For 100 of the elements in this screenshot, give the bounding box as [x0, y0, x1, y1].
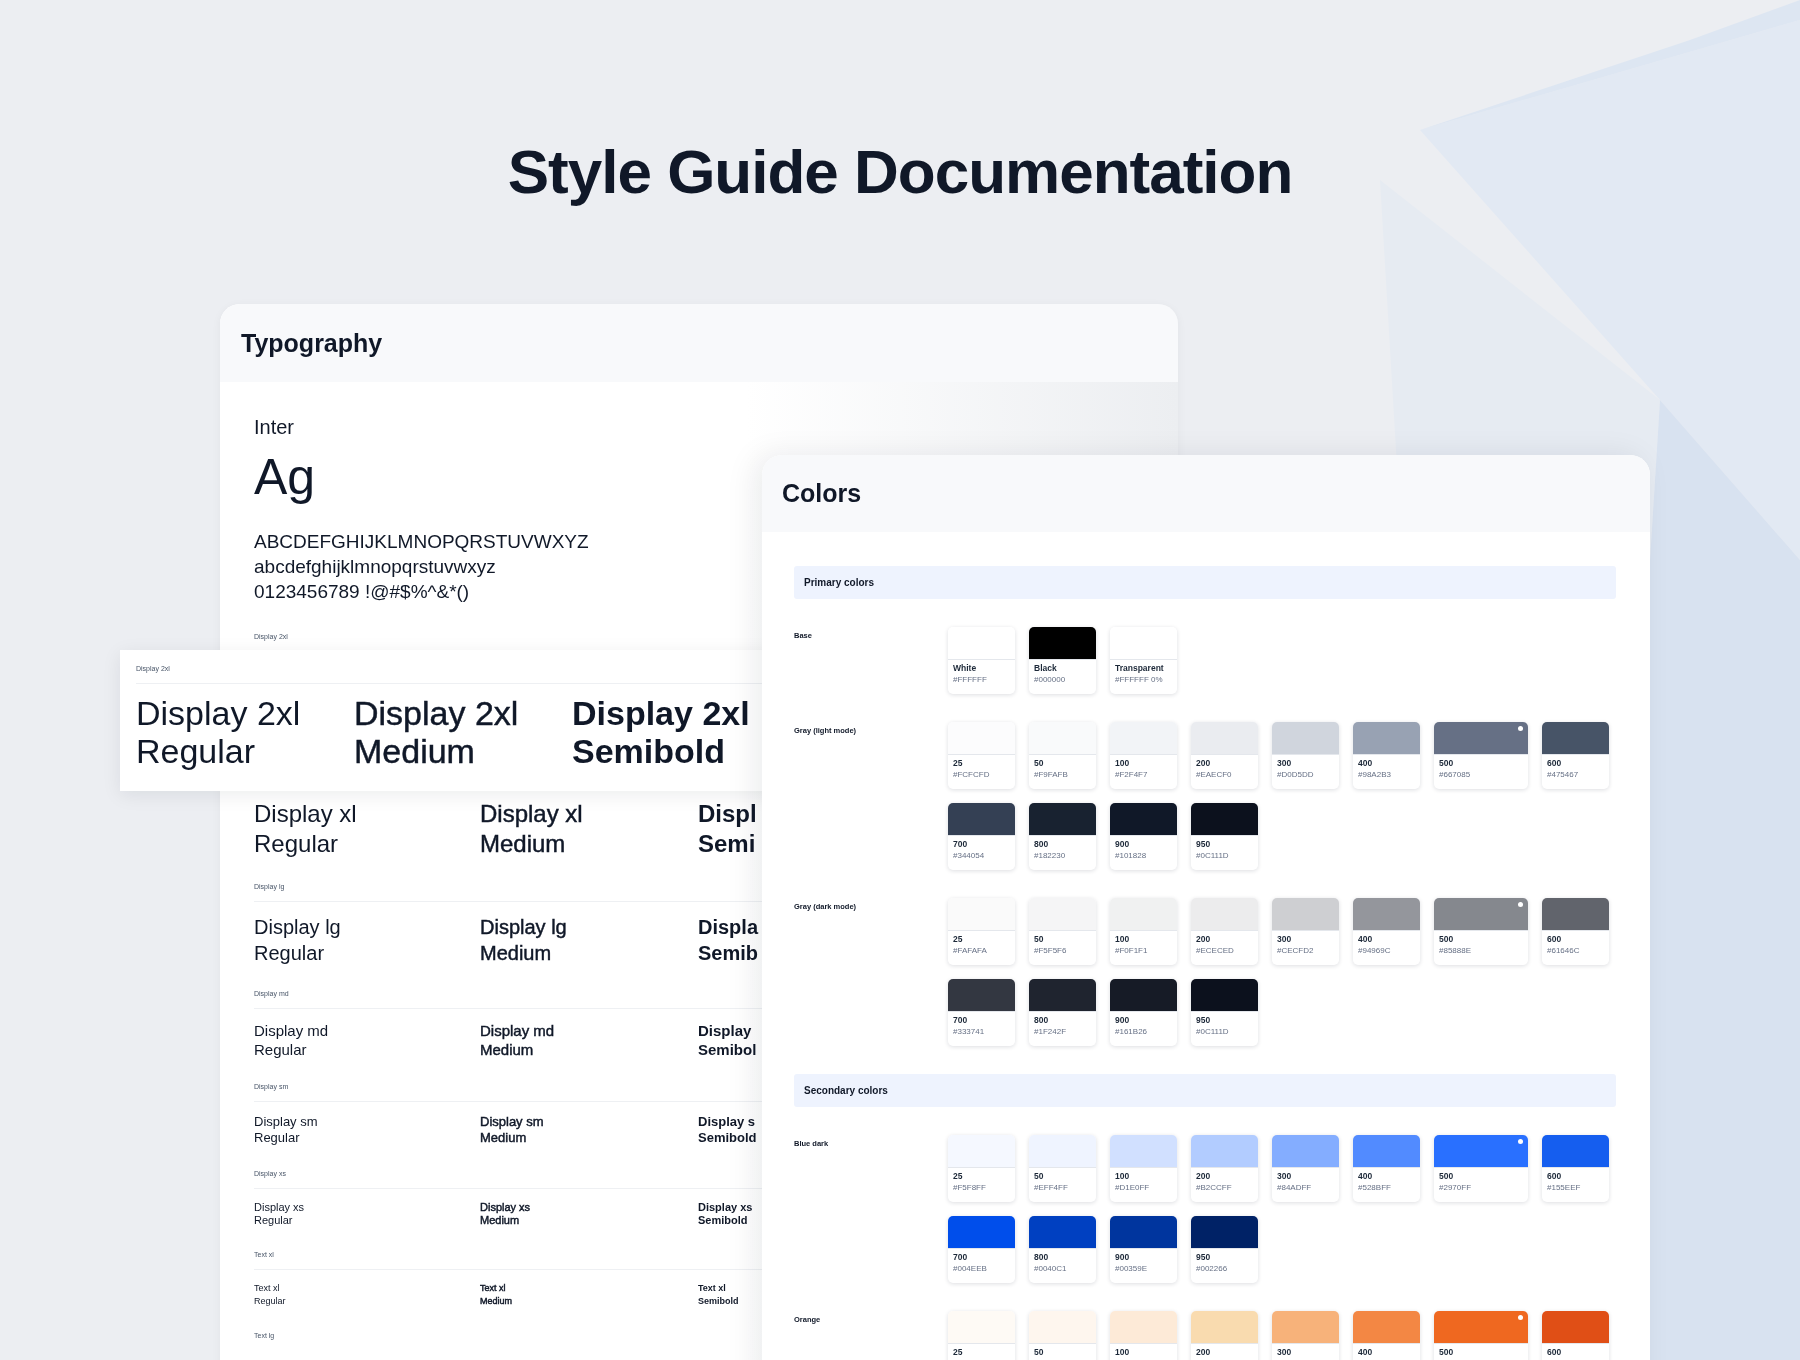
swatch-label: 500 [1439, 1347, 1455, 1358]
hex-code: #161B26 [1115, 1027, 1149, 1037]
swatch-label: 200 [1196, 758, 1212, 769]
section-header: Secondary colors [794, 1074, 1616, 1107]
swatch-label: 950 [1196, 839, 1212, 850]
hex-code: #344054 [953, 851, 986, 861]
swatch-label: Black [1034, 663, 1058, 674]
type-sample: Display md Regular [254, 1021, 329, 1059]
hex-code: #FFFFFF [953, 675, 988, 685]
swatch-label: 900 [1115, 1252, 1131, 1263]
card-title: Typography [241, 328, 383, 358]
hex-code: #182230 [1034, 851, 1067, 861]
swatch-label: 600 [1547, 1347, 1563, 1358]
swatch-label: 300 [1277, 758, 1293, 769]
hex-code: #CECFD2 [1277, 946, 1315, 956]
swatch-label: 900 [1115, 1015, 1131, 1026]
hex-code: #155EEF [1547, 1183, 1582, 1193]
hex-code: #002266 [1196, 1264, 1229, 1274]
swatch-label: 800 [1034, 1252, 1050, 1263]
type-sample: Text xl Semibold [698, 1282, 739, 1308]
type-sample: Display xs Semibold [698, 1201, 753, 1227]
swatch-label: 500 [1439, 758, 1455, 769]
hex-code: #667085 [1439, 770, 1472, 780]
swatch-label: 700 [953, 1015, 969, 1026]
type-sample: Text xl Medium [480, 1282, 512, 1308]
hex-code: #EFF4FF [1034, 1183, 1069, 1193]
swatch-label: 600 [1547, 934, 1563, 945]
hex-code: #EAECF0 [1196, 770, 1233, 780]
swatch-label: 400 [1358, 758, 1374, 769]
hex-code: #D1E0FF [1115, 1183, 1151, 1193]
page-title: Style Guide Documentation [506, 136, 1294, 208]
character-set: abcdefghijklmnopqrstuvwxyz [254, 555, 496, 579]
type-sample: Displa Semib [698, 915, 759, 966]
hex-code: #F2F4F7 [1115, 770, 1149, 780]
hex-code: #00359E [1115, 1264, 1149, 1274]
hex-code: #FFFFFF 0% [1115, 675, 1164, 685]
swatch-label: 100 [1115, 1347, 1131, 1358]
swatch-label: 600 [1547, 758, 1563, 769]
type-sample: Display s Semibold [698, 1114, 757, 1146]
swatch-label: 700 [953, 839, 969, 850]
swatch-label: 50 [1034, 1347, 1045, 1358]
swatch-label: 100 [1115, 1171, 1131, 1182]
swatch-label: 25 [953, 1347, 964, 1358]
swatch-label: 100 [1115, 758, 1131, 769]
swatch-label: 800 [1034, 1015, 1050, 1026]
font-name: Inter [254, 415, 295, 440]
hex-code: #84ADFF [1277, 1183, 1313, 1193]
swatch-label: 950 [1196, 1252, 1212, 1263]
swatch-label: 50 [1034, 1171, 1045, 1182]
hex-code: #F9FAFB [1034, 770, 1069, 780]
hex-code: #F5F8FF [953, 1183, 987, 1193]
hex-code: #0040C1 [1034, 1264, 1068, 1274]
hex-code: #1F242F [1034, 1027, 1068, 1037]
hex-code: #F5F5F6 [1034, 946, 1068, 956]
hex-code: #2970FF [1439, 1183, 1473, 1193]
hex-code: #85888E [1439, 946, 1473, 956]
type-sample: Display sm Regular [254, 1114, 318, 1146]
swatch-label: 100 [1115, 934, 1131, 945]
hex-code: #D0D5DD [1277, 770, 1315, 780]
hex-code: #FAFAFA [953, 946, 988, 956]
hex-code: #B2CCFF [1196, 1183, 1233, 1193]
hex-code: #004EEB [953, 1264, 988, 1274]
card-title: Colors [782, 479, 862, 508]
swatch-label: 200 [1196, 934, 1212, 945]
type-sample: Display md Medium [480, 1021, 555, 1059]
swatch-label: 300 [1277, 1347, 1293, 1358]
hex-code: #FCFCFD [953, 770, 991, 780]
swatch-label: 800 [1034, 839, 1050, 850]
hex-code: #61646C [1547, 946, 1581, 956]
hex-code: #0C111D [1196, 851, 1230, 861]
type-sample: Display lg Medium [480, 915, 567, 966]
swatch-label: 950 [1196, 1015, 1212, 1026]
type-sample: Displ Semi [698, 799, 757, 859]
swatch-label: Transparent [1115, 663, 1165, 674]
character-set: ABCDEFGHIJKLMNOPQRSTUVWXYZ [254, 530, 589, 554]
type-sample: Display xs Regular [254, 1201, 305, 1227]
swatch-label: 50 [1034, 934, 1045, 945]
hex-code: #333741 [953, 1027, 986, 1037]
swatch-label: 300 [1277, 934, 1293, 945]
type-sample: Display 2xl Semibold [572, 694, 750, 770]
swatch-label: 50 [1034, 758, 1045, 769]
swatch-label: 400 [1358, 934, 1374, 945]
swatch-label: 600 [1547, 1171, 1563, 1182]
type-sample: Display xl Medium [480, 799, 583, 859]
swatch-label: 25 [953, 934, 964, 945]
type-sample: Display sm Medium [480, 1114, 544, 1146]
hex-code: #94969C [1358, 946, 1392, 956]
hex-code: #475467 [1547, 770, 1580, 780]
hex-code: #98A2B3 [1358, 770, 1392, 780]
swatch-label: 25 [953, 758, 964, 769]
swatch-label: 400 [1358, 1347, 1374, 1358]
swatch-label: 500 [1439, 1171, 1455, 1182]
swatch-label: 500 [1439, 934, 1455, 945]
swatch-label: 200 [1196, 1347, 1212, 1358]
swatch-label: 700 [953, 1252, 969, 1263]
swatch-label: 200 [1196, 1171, 1212, 1182]
character-set: 0123456789 !@#$%^&*() [254, 580, 470, 604]
swatch-label: 900 [1115, 839, 1131, 850]
swatch-label: 400 [1358, 1171, 1374, 1182]
type-sample: Display 2xl Regular [136, 694, 301, 770]
